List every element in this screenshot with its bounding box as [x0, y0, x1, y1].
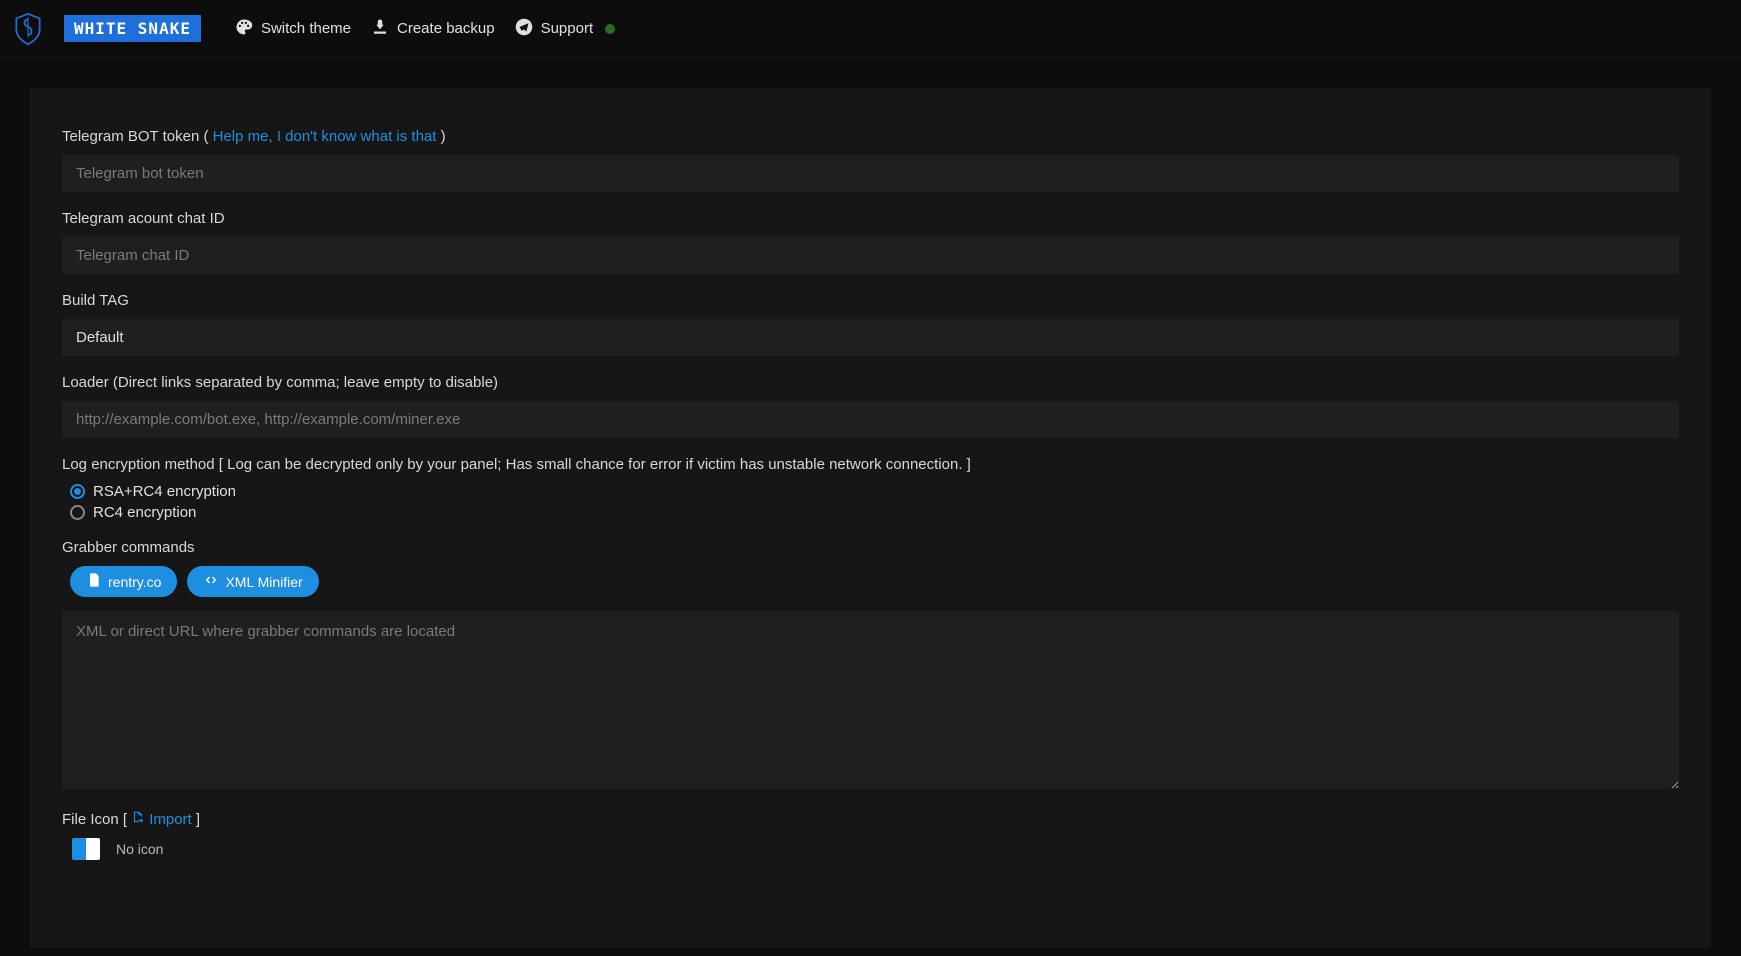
import-label: Import: [149, 811, 192, 828]
label-text: ]: [967, 456, 971, 473]
label-text: ): [441, 128, 446, 145]
grabber-textarea[interactable]: [62, 611, 1679, 789]
build-tag-input[interactable]: [62, 319, 1679, 356]
telegram-token-label: Telegram BOT token ( Help me, I don't kn…: [62, 128, 1679, 145]
radio-unchecked-icon: [70, 505, 85, 520]
code-icon: [203, 572, 219, 591]
nav-label: Switch theme: [261, 20, 351, 37]
content-wrap: Telegram BOT token ( Help me, I don't kn…: [0, 58, 1741, 948]
config-panel: Telegram BOT token ( Help me, I don't kn…: [30, 88, 1711, 948]
radio-checked-icon: [70, 484, 85, 499]
nav-label: Create backup: [397, 20, 495, 37]
help-link[interactable]: Help me, I don't know what is that: [213, 128, 437, 145]
grabber-field: Grabber commands rentry.co XML Minifier: [62, 539, 1679, 792]
no-icon-text: No icon: [116, 841, 163, 857]
label-text: Log encryption method [: [62, 456, 227, 473]
grabber-button-row: rentry.co XML Minifier: [62, 566, 1679, 597]
create-backup-button[interactable]: Create backup: [371, 18, 495, 40]
encryption-field: Log encryption method [ Log can be decry…: [62, 456, 1679, 521]
file-icon-row: No icon: [62, 838, 1679, 860]
topbar: WHITE SNAKE Switch theme Create backup S…: [0, 0, 1741, 58]
radio-rsa-rc4[interactable]: RSA+RC4 encryption: [62, 483, 1679, 500]
palette-icon: [235, 18, 253, 40]
import-icon: [131, 810, 145, 828]
button-label: rentry.co: [108, 574, 161, 590]
xml-minifier-button[interactable]: XML Minifier: [187, 566, 318, 597]
build-tag-label: Build TAG: [62, 292, 1679, 309]
loader-field: Loader (Direct links separated by comma;…: [62, 374, 1679, 438]
encryption-hint: Log can be decrypted only by your panel;…: [227, 456, 962, 473]
file-icon-label: File Icon [ Import ]: [62, 810, 1679, 828]
telegram-chat-label: Telegram acount chat ID: [62, 210, 1679, 227]
label-text: Telegram BOT token (: [62, 128, 213, 145]
import-link[interactable]: Import: [131, 810, 192, 828]
telegram-icon: [515, 18, 533, 40]
icon-preview-icon: [72, 838, 100, 860]
button-label: XML Minifier: [225, 574, 302, 590]
label-text: ]: [196, 811, 200, 828]
build-tag-field: Build TAG: [62, 292, 1679, 356]
rentry-button[interactable]: rentry.co: [70, 566, 177, 597]
download-icon: [371, 18, 389, 40]
nav-label: Support: [541, 20, 594, 37]
grabber-label: Grabber commands: [62, 539, 1679, 556]
telegram-token-field: Telegram BOT token ( Help me, I don't kn…: [62, 128, 1679, 192]
telegram-token-input[interactable]: [62, 155, 1679, 192]
support-button[interactable]: Support: [515, 18, 616, 40]
file-icon-field: File Icon [ Import ] No icon: [62, 810, 1679, 860]
switch-theme-button[interactable]: Switch theme: [235, 18, 351, 40]
app-title-badge: WHITE SNAKE: [64, 15, 201, 42]
telegram-chat-field: Telegram acount chat ID: [62, 210, 1679, 274]
app-logo-icon: [12, 9, 44, 49]
encryption-label: Log encryption method [ Log can be decry…: [62, 456, 1679, 473]
radio-label: RC4 encryption: [93, 504, 196, 521]
document-icon: [86, 572, 102, 591]
telegram-chat-input[interactable]: [62, 237, 1679, 274]
status-dot-icon: [605, 24, 615, 34]
loader-label: Loader (Direct links separated by comma;…: [62, 374, 1679, 391]
radio-rc4[interactable]: RC4 encryption: [62, 504, 1679, 521]
radio-label: RSA+RC4 encryption: [93, 483, 236, 500]
loader-input[interactable]: [62, 401, 1679, 438]
label-text: File Icon [: [62, 811, 131, 828]
